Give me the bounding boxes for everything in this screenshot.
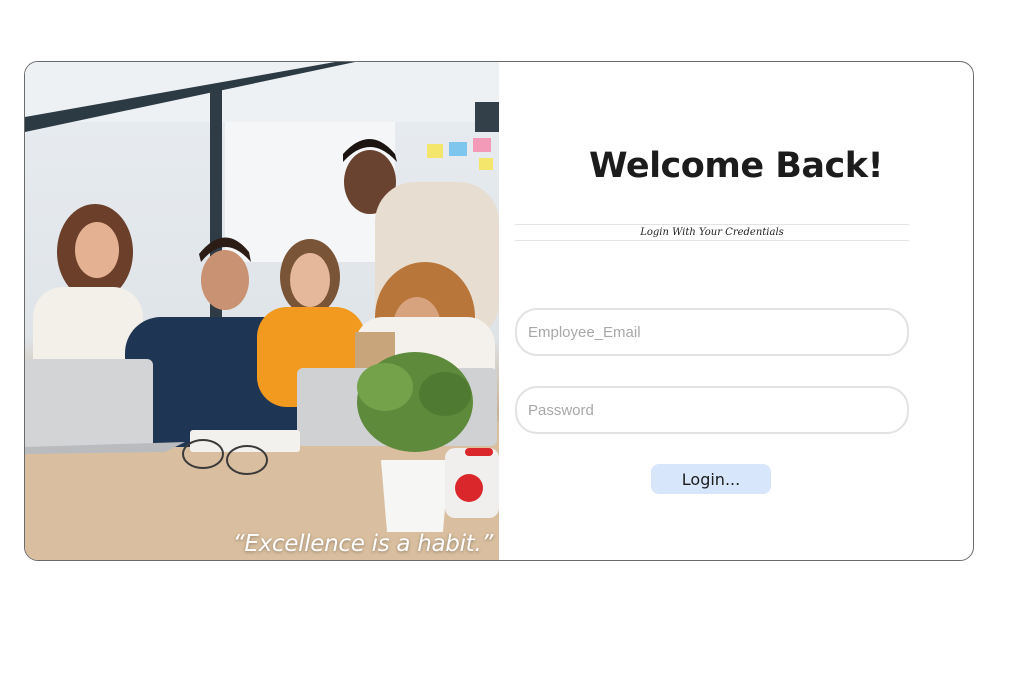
divider-line-top: [515, 224, 909, 225]
hero-quote: “Excellence is a habit.”: [232, 531, 494, 557]
login-card: “Excellence is a habit.” Welcome Back! L…: [24, 61, 974, 561]
hero-photo: “Excellence is a habit.”: [25, 62, 499, 560]
login-subtitle: Login With Your Credentials: [640, 227, 784, 238]
office-team-illustration: [25, 62, 499, 560]
subtitle-divider: Login With Your Credentials: [515, 224, 909, 241]
password-field[interactable]: [515, 386, 909, 434]
page-title: Welcome Back!: [588, 146, 884, 186]
login-form: Welcome Back! Login With Your Credential…: [499, 62, 973, 560]
email-field[interactable]: [515, 308, 909, 356]
login-button[interactable]: Login...: [651, 464, 771, 494]
divider-line-bottom: [515, 240, 909, 241]
